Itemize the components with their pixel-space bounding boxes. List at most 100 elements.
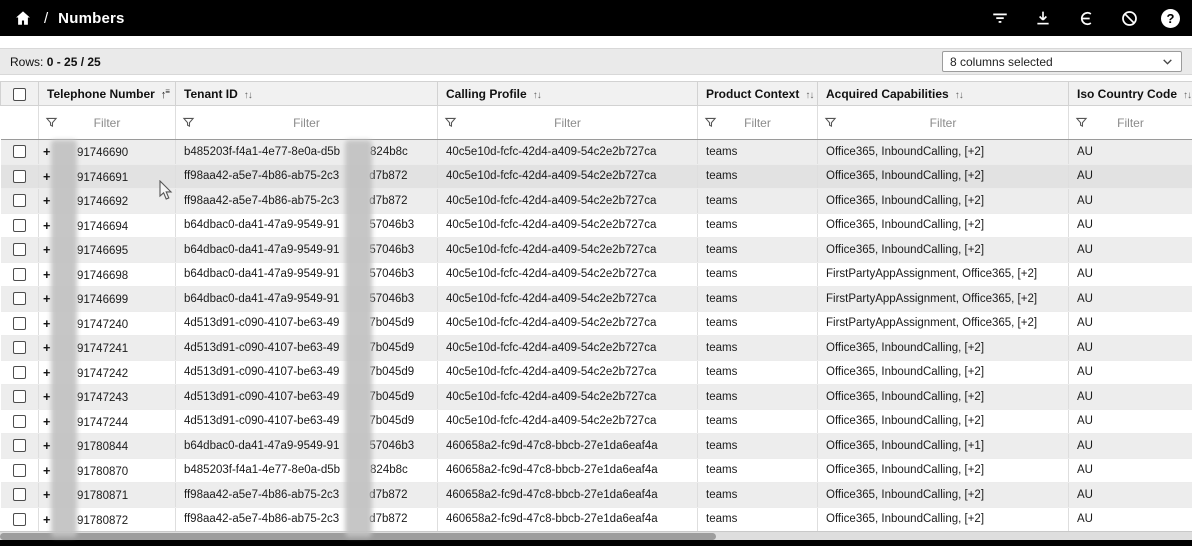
cell-calling-profile: 40c5e10d-fcfc-42d4-a409-54c2e2b727ca	[438, 287, 698, 312]
block-icon[interactable]	[1118, 7, 1140, 29]
scrollbar-thumb[interactable]	[0, 533, 716, 540]
funnel-icon	[1075, 116, 1088, 129]
sort-icon[interactable]: ↑↓	[244, 90, 252, 101]
row-checkbox[interactable]	[13, 341, 26, 354]
row-checkbox[interactable]	[13, 488, 26, 501]
cell-iso-country-code: AU	[1069, 189, 1192, 214]
row-checkbox[interactable]	[13, 415, 26, 428]
sort-icon[interactable]: ↑↓	[805, 90, 813, 101]
column-header-acquired-capabilities[interactable]: Acquired Capabilities↑↓	[818, 82, 1069, 106]
row-checkbox[interactable]	[13, 513, 26, 526]
filter-input-calling-profile[interactable]: Filter	[438, 106, 698, 140]
cell-calling-profile: 40c5e10d-fcfc-42d4-a409-54c2e2b727ca	[438, 336, 698, 361]
cell-iso-country-code: AU	[1069, 164, 1192, 189]
sort-icon[interactable]: ↑↓	[533, 90, 541, 101]
cell-tenant-id: b64dbac0-da41-47a9-9549-9157046b3	[176, 238, 438, 263]
row-checkbox[interactable]	[13, 268, 26, 281]
sort-asc-icon[interactable]: ↑≡	[161, 89, 170, 101]
sort-icon[interactable]: ↑↓	[1183, 90, 1191, 101]
row-checkbox[interactable]	[13, 194, 26, 207]
filter-input-iso-country-code[interactable]: Filter	[1069, 106, 1192, 140]
expand-row-button[interactable]: +	[43, 438, 55, 453]
cell-product-context: teams	[698, 164, 818, 189]
row-checkbox[interactable]	[13, 366, 26, 379]
expand-row-button[interactable]: +	[43, 193, 55, 208]
page-title: Numbers	[58, 10, 124, 27]
topbar-actions: ?	[989, 7, 1180, 29]
download-icon[interactable]	[1032, 7, 1054, 29]
expand-row-button[interactable]: +	[43, 512, 55, 527]
row-select-cell	[1, 336, 39, 361]
table-row: +917472424d513d91-c090-4107-be63-497b045…	[1, 360, 1192, 385]
expand-row-button[interactable]: +	[43, 144, 55, 159]
row-checkbox[interactable]	[13, 243, 26, 256]
expand-row-button[interactable]: +	[43, 242, 55, 257]
column-header-product-context[interactable]: Product Context ↑↓	[698, 82, 818, 106]
cell-iso-country-code: AU	[1069, 507, 1192, 532]
expand-row-button[interactable]: +	[43, 169, 55, 184]
row-select-cell	[1, 385, 39, 410]
cell-product-context: teams	[698, 409, 818, 434]
cell-tenant-id: 4d513d91-c090-4107-be63-497b045d9	[176, 409, 438, 434]
horizontal-scrollbar[interactable]	[0, 531, 1192, 540]
row-select-cell	[1, 409, 39, 434]
row-checkbox[interactable]	[13, 439, 26, 452]
table-row: +917472444d513d91-c090-4107-be63-497b045…	[1, 409, 1192, 434]
sort-icon[interactable]: ↑↓	[955, 90, 963, 101]
column-header-iso-country-code[interactable]: Iso Country Code↑↓	[1069, 82, 1192, 106]
cell-iso-country-code: AU	[1069, 287, 1192, 312]
row-checkbox[interactable]	[13, 170, 26, 183]
column-header-label: Product Context	[706, 87, 799, 101]
column-header-label: Calling Profile	[446, 87, 527, 101]
column-header-calling-profile[interactable]: Calling Profile ↑↓	[438, 82, 698, 106]
row-select-cell	[1, 213, 39, 238]
cell-acquired-capabilities: Office365, InboundCalling, [+2]	[818, 213, 1069, 238]
export-icon[interactable]	[1075, 7, 1097, 29]
columns-selector[interactable]: 8 columns selected	[942, 51, 1182, 72]
filter-icon[interactable]	[989, 7, 1011, 29]
funnel-icon	[45, 116, 58, 129]
filter-input-tenant-id[interactable]: Filter	[176, 106, 438, 140]
cell-product-context: teams	[698, 287, 818, 312]
column-header-tenant-id[interactable]: Tenant ID ↑↓	[176, 82, 438, 106]
expand-row-button[interactable]: +	[43, 365, 55, 380]
cell-tenant-id: b485203f-f4a1-4e77-8e0a-d5b824b8c	[176, 458, 438, 483]
column-header-telephone-number[interactable]: Telephone Number ↑≡	[39, 82, 176, 106]
telephone-number-value: 91747241	[77, 343, 128, 355]
expand-row-button[interactable]: +	[43, 389, 55, 404]
expand-row-button[interactable]: +	[43, 267, 55, 282]
row-checkbox[interactable]	[13, 219, 26, 232]
expand-row-button[interactable]: +	[43, 487, 55, 502]
help-icon[interactable]: ?	[1161, 9, 1180, 28]
cell-acquired-capabilities: Office365, InboundCalling, [+2]	[818, 189, 1069, 214]
column-header-label: Tenant ID	[184, 87, 238, 101]
expand-row-button[interactable]: +	[43, 463, 55, 478]
filter-input-telephone-number[interactable]: Filter	[39, 106, 176, 140]
select-all-checkbox[interactable]	[13, 88, 26, 101]
column-header-label: Telephone Number	[47, 87, 155, 101]
table-row: +91746694b64dbac0-da41-47a9-9549-9157046…	[1, 213, 1192, 238]
row-checkbox[interactable]	[13, 464, 26, 477]
cell-calling-profile: 40c5e10d-fcfc-42d4-a409-54c2e2b727ca	[438, 360, 698, 385]
cell-calling-profile: 40c5e10d-fcfc-42d4-a409-54c2e2b727ca	[438, 213, 698, 238]
row-checkbox[interactable]	[13, 145, 26, 158]
home-icon[interactable]	[12, 7, 34, 29]
cell-calling-profile: 40c5e10d-fcfc-42d4-a409-54c2e2b727ca	[438, 140, 698, 165]
table-row: +91780872ff98aa42-a5e7-4b86-ab75-2c3d7b8…	[1, 507, 1192, 532]
expand-row-button[interactable]: +	[43, 414, 55, 429]
row-checkbox[interactable]	[13, 292, 26, 305]
row-checkbox[interactable]	[13, 317, 26, 330]
filter-input-acquired-capabilities[interactable]: Filter	[818, 106, 1069, 140]
row-checkbox[interactable]	[13, 390, 26, 403]
cell-calling-profile: 40c5e10d-fcfc-42d4-a409-54c2e2b727ca	[438, 238, 698, 263]
expand-row-button[interactable]: +	[43, 340, 55, 355]
cell-acquired-capabilities: Office365, InboundCalling, [+2]	[818, 336, 1069, 361]
expand-row-button[interactable]: +	[43, 218, 55, 233]
cell-calling-profile: 40c5e10d-fcfc-42d4-a409-54c2e2b727ca	[438, 311, 698, 336]
filter-input-product-context[interactable]: Filter	[698, 106, 818, 140]
expand-row-button[interactable]: +	[43, 316, 55, 331]
cell-telephone-number: +91746694	[39, 213, 176, 238]
cell-product-context: teams	[698, 507, 818, 532]
expand-row-button[interactable]: +	[43, 291, 55, 306]
cell-calling-profile: 460658a2-fc9d-47c8-bbcb-27e1da6eaf4a	[438, 507, 698, 532]
